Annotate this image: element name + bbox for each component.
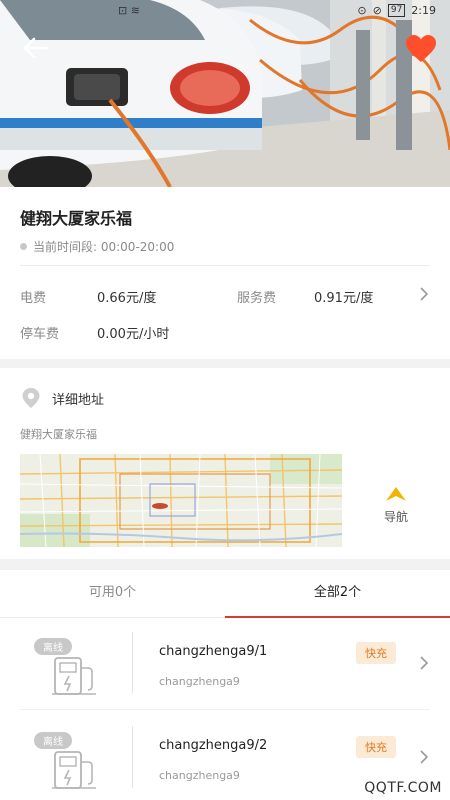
fast-charge-badge: 快充 [356,642,396,664]
charger-list: 离线 changzhenga9/1 changzhenga9 快充 离线 cha… [0,618,450,800]
favorite-button[interactable] [404,34,438,64]
address-detail: 健翔大厦家乐福 [20,428,97,441]
station-info-card: 健翔大厦家乐福 当前时间段: 00:00-20:00 电费 0.66元/度 服务… [0,187,450,359]
charger-name: changzhenga9/2 [159,738,268,753]
charger-name: changzhenga9/1 [159,644,268,659]
fast-charge-badge: 快充 [356,736,396,758]
navigate-label: 导航 [383,510,408,524]
row-separator [20,709,430,710]
mute-icon: ⊘ [372,4,382,17]
tab-available[interactable]: 可用0个 [0,570,225,617]
charger-station-code: changzhenga9 [159,769,240,782]
offline-badge: 离线 [34,732,72,749]
watermark: QQTF.COM [364,780,442,796]
location-icon: ⊙ [357,4,367,17]
service-fee-label: 服务费 [237,291,277,306]
charger-station-code: changzhenga9 [159,675,240,688]
status-right: ⊙ ⊘ 97 2:19 [357,4,436,17]
time-period-text: 当前时间段: 00:00-20:00 [33,240,175,254]
status-time: 2:19 [411,4,436,17]
status-left-icons: ⊡ ≋ [118,4,140,17]
row-divider [132,726,133,788]
navigate-button[interactable]: 导航 [372,486,420,525]
electricity-fee-value: 0.66元/度 [97,291,157,306]
arrow-left-icon [23,37,49,59]
station-photo: ⊡ ≋ ⊙ ⊘ 97 2:19 [0,0,450,187]
parking-fee-label: 停车费 [20,327,60,342]
charging-pile-icon [52,657,96,695]
charger-row[interactable]: 离线 changzhenga9/1 changzhenga9 快充 [0,618,450,710]
charger-tabs: 可用0个 全部2个 [0,570,450,618]
station-detail-page: ⊡ ≋ ⊙ ⊘ 97 2:19 健翔大厦家乐福 当前时间段: 00:00-20:… [0,0,450,800]
electricity-fee-label: 电费 [20,291,47,306]
map-image [20,454,342,547]
heart-icon [406,35,436,62]
divider [20,265,430,266]
chevron-right-icon [420,750,429,764]
tab-all[interactable]: 全部2个 [225,570,450,618]
parking-fee-value: 0.00元/小时 [97,327,170,342]
address-card: 详细地址 健翔大厦家乐福 导航 [0,368,450,559]
chevron-right-icon [420,656,429,670]
time-dot-icon [20,243,27,250]
ev-charging-illustration [0,0,450,187]
back-button[interactable] [22,36,50,60]
chevron-right-icon[interactable] [418,287,430,301]
service-fee-value: 0.91元/度 [314,291,374,306]
offline-badge: 离线 [34,638,72,655]
status-bar: ⊡ ≋ ⊙ ⊘ 97 2:19 [0,0,450,24]
location-pin-icon [22,388,40,408]
navigation-arrow-icon [386,487,406,501]
station-name: 健翔大厦家乐福 [20,209,133,228]
time-period: 当前时间段: 00:00-20:00 [20,238,174,255]
charging-pile-icon [52,751,96,789]
address-header: 详细地址 [20,387,104,409]
map-thumbnail[interactable] [20,454,342,547]
address-title: 详细地址 [52,392,105,408]
row-divider [132,632,133,694]
battery-level: 97 [390,5,403,15]
battery-icon: 97 [387,4,406,17]
